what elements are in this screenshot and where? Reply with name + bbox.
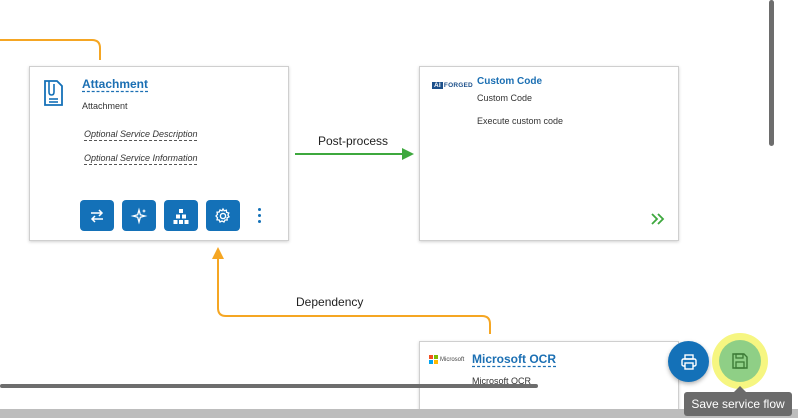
print-button[interactable] xyxy=(668,341,709,382)
aiforged-logo: AI FORGED xyxy=(432,82,473,89)
document-attachment-icon xyxy=(44,80,63,106)
logo-text: Microsoft xyxy=(440,356,465,363)
bottom-bar xyxy=(0,409,798,418)
optional-information-link[interactable]: Optional Service Information xyxy=(84,153,198,163)
save-service-flow-button[interactable] xyxy=(719,340,761,382)
horizontal-scrollbar[interactable] xyxy=(0,384,538,388)
sparkle-icon xyxy=(130,207,148,224)
node-title[interactable]: Microsoft OCR xyxy=(472,352,556,366)
gear-icon xyxy=(215,207,230,223)
node-subtitle: Attachment xyxy=(82,101,128,111)
edge-top-orange xyxy=(0,39,101,60)
more-options-icon[interactable] xyxy=(256,208,262,228)
edge-label-dependency: Dependency xyxy=(296,295,364,309)
swap-button[interactable] xyxy=(80,200,114,231)
logo-text: FORGED xyxy=(443,82,473,89)
ai-assist-button[interactable] xyxy=(122,200,156,231)
vertical-scrollbar[interactable] xyxy=(769,0,774,146)
hierarchy-button[interactable] xyxy=(164,200,198,231)
node-microsoft-ocr[interactable]: Microsoft Microsoft OCR Microsoft OCR xyxy=(419,341,679,418)
hierarchy-icon xyxy=(173,208,189,224)
node-title[interactable]: Custom Code xyxy=(477,76,542,87)
double-chevron-right-icon[interactable] xyxy=(650,212,666,226)
node-custom-code[interactable]: AI FORGED Custom Code Custom Code Execut… xyxy=(419,66,679,241)
logo-box-text: AI xyxy=(432,82,443,89)
microsoft-logo: Microsoft xyxy=(429,355,464,364)
save-tooltip: Save service flow xyxy=(684,392,792,416)
edge-dependency-arrowhead xyxy=(212,247,224,259)
swap-icon xyxy=(90,208,104,223)
print-icon xyxy=(680,353,697,370)
node-attachment[interactable]: Attachment Attachment Optional Service D… xyxy=(29,66,289,241)
node-description: Execute custom code xyxy=(477,116,564,126)
flow-canvas[interactable]: Attachment Attachment Optional Service D… xyxy=(0,0,798,418)
node-subtitle: Custom Code xyxy=(477,93,533,103)
edge-label-post-process: Post-process xyxy=(318,134,389,148)
floppy-disk-icon xyxy=(732,353,748,369)
settings-button[interactable] xyxy=(206,200,240,231)
node-title[interactable]: Attachment xyxy=(82,77,148,91)
edge-post-process-arrowhead xyxy=(402,148,414,160)
optional-description-link[interactable]: Optional Service Description xyxy=(84,129,198,139)
